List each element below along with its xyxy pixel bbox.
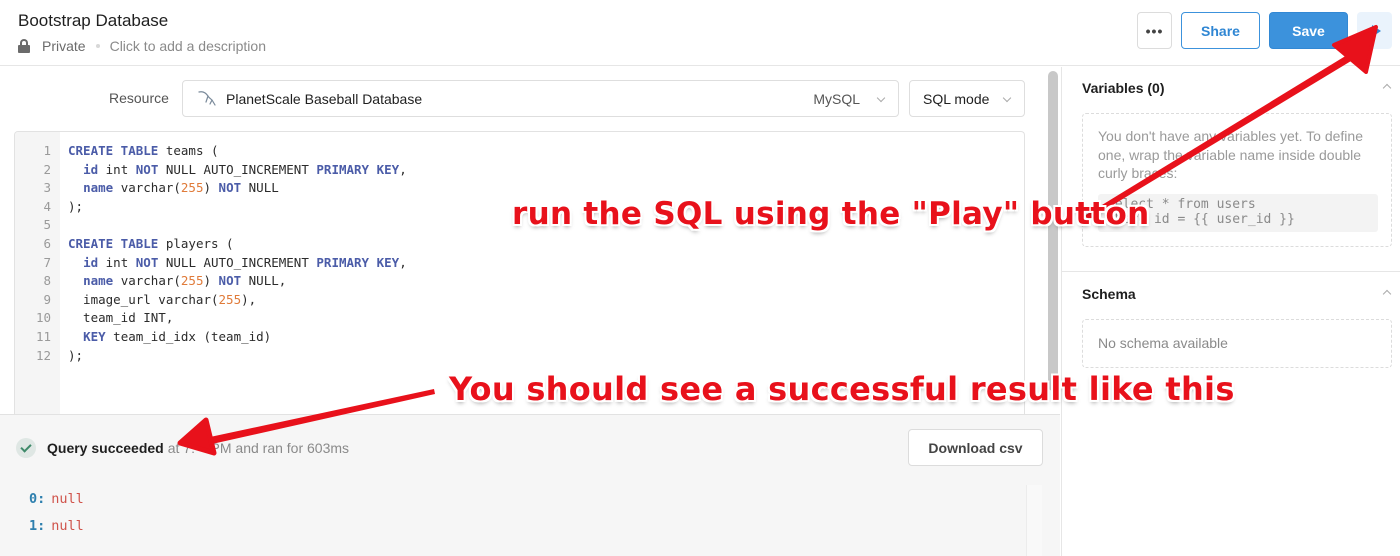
schema-empty-box: No schema available <box>1082 319 1392 368</box>
code-text: name varchar(255) NOT NULL <box>83 180 279 196</box>
code-text: team_id INT, <box>68 310 174 326</box>
result-value: null <box>51 491 84 507</box>
code-text: id int NOT NULL AUTO_INCREMENT PRIMARY K… <box>83 161 407 177</box>
page-meta: Private Click to add a description <box>18 38 266 54</box>
line-number: 3 <box>43 180 51 196</box>
line-number: 8 <box>43 273 51 289</box>
line-number: 7 <box>43 254 51 270</box>
code-text: id int NOT NULL AUTO_INCREMENT PRIMARY K… <box>83 254 407 270</box>
share-button[interactable]: Share <box>1181 12 1260 49</box>
result-key: 0: <box>29 491 46 507</box>
query-status: Query succeeded at 7: PM and ran for 603… <box>16 438 349 458</box>
visibility-label[interactable]: Private <box>42 38 86 54</box>
code-line: 9 image_url varchar(255), <box>15 291 1024 310</box>
annotation-play-hint: run the SQL using the "Play" button <box>512 196 1150 232</box>
line-number: 4 <box>43 198 51 214</box>
result-key: 1: <box>29 518 46 534</box>
code-text: CREATE TABLE teams ( <box>68 143 219 158</box>
download-csv-button[interactable]: Download csv <box>908 429 1043 466</box>
code-lines: 1 CREATE TABLE teams ( 2 id int NOT NULL A… <box>15 142 1024 365</box>
code-line: 10 team_id INT, <box>15 309 1024 328</box>
query-editor-page: Bootstrap Database Private Click to add … <box>0 0 1400 556</box>
resource-label: Resource <box>109 90 169 106</box>
section-divider <box>1062 271 1400 272</box>
mode-label: SQL mode <box>923 91 990 107</box>
mysql-dolphin-icon <box>198 91 216 106</box>
play-icon <box>1371 24 1381 37</box>
line-number: 9 <box>43 291 51 307</box>
line-number: 12 <box>35 347 51 363</box>
separator-dot <box>95 44 100 48</box>
check-icon <box>16 438 36 458</box>
code-line: 12); <box>15 347 1024 366</box>
chevron-down-icon <box>876 93 886 103</box>
page-header: Bootstrap Database Private Click to add … <box>0 0 1400 66</box>
results-scrollbar[interactable] <box>1026 485 1042 556</box>
run-query-button[interactable] <box>1357 12 1392 49</box>
code-line: 6 CREATE TABLE players ( <box>15 235 1024 254</box>
line-number: 5 <box>43 217 51 233</box>
mode-select[interactable]: SQL mode <box>909 80 1025 117</box>
line-number: 2 <box>43 161 51 177</box>
results-panel: Query succeeded at 7: PM and ran for 603… <box>0 414 1060 556</box>
code-text: KEY team_id_idx (team_id) <box>83 328 272 344</box>
code-line: 11 KEY team_id_idx (team_id) <box>15 328 1024 347</box>
lock-icon <box>18 39 30 53</box>
result-row: 0: null <box>29 491 84 518</box>
code-line: 1 CREATE TABLE teams ( <box>15 142 1024 161</box>
code-line: 3 name varchar(255) NOT NULL <box>15 179 1024 198</box>
editor-scrollbar[interactable] <box>1046 67 1060 407</box>
result-rows: 0: null 1: null <box>29 491 84 545</box>
code-text: ); <box>68 347 84 363</box>
line-number: 10 <box>35 310 51 326</box>
code-text: ); <box>68 198 84 214</box>
variables-help-text: You don't have any variables yet. To def… <box>1098 128 1363 181</box>
save-button[interactable]: Save <box>1269 12 1348 49</box>
code-text: name varchar(255) NOT NULL, <box>83 273 287 289</box>
annotation-result-hint: You should see a successful result like … <box>449 370 1235 408</box>
variables-title[interactable]: Variables (0) <box>1082 80 1165 96</box>
description-field[interactable]: Click to add a description <box>110 38 266 54</box>
chevron-up-icon[interactable] <box>1382 83 1392 93</box>
resource-name: PlanetScale Baseball Database <box>226 91 423 107</box>
code-line: 7 id int NOT NULL AUTO_INCREMENT PRIMARY… <box>15 254 1024 273</box>
more-options-button[interactable]: ••• <box>1137 12 1172 49</box>
result-row: 1: null <box>29 518 84 545</box>
chevron-down-icon <box>1002 93 1012 103</box>
line-number: 6 <box>43 235 51 251</box>
code-line: 2 id int NOT NULL AUTO_INCREMENT PRIMARY… <box>15 161 1024 180</box>
line-number: 1 <box>43 143 51 158</box>
resource-select[interactable]: PlanetScale Baseball Database MySQL <box>182 80 899 117</box>
line-number: 11 <box>35 328 51 344</box>
code-text: CREATE TABLE players ( <box>68 235 234 251</box>
page-title[interactable]: Bootstrap Database <box>18 11 168 31</box>
code-text: image_url varchar(255), <box>68 291 257 307</box>
query-pane: Resource PlanetScale Baseball Database M… <box>0 67 1060 556</box>
schema-empty-text: No schema available <box>1098 335 1228 351</box>
schema-title[interactable]: Schema <box>1082 286 1136 302</box>
chevron-up-icon[interactable] <box>1382 289 1392 299</box>
sidebar: Variables (0) You don't have any variabl… <box>1061 67 1400 556</box>
status-detail: at 7: PM and ran for 603ms <box>167 440 350 456</box>
resource-type: MySQL <box>813 91 860 107</box>
status-label: Query succeeded <box>47 440 164 456</box>
result-value: null <box>51 518 84 534</box>
code-line: 8 name varchar(255) NOT NULL, <box>15 272 1024 291</box>
